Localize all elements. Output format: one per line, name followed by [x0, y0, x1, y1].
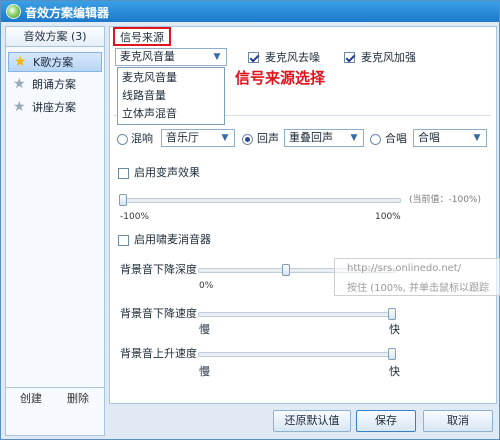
bg-drop-speed-low-label: 慢 — [199, 323, 210, 336]
dropdown-option-mic[interactable]: 麦克风音量 — [122, 70, 177, 86]
star-icon: ★ — [13, 76, 26, 92]
title-bar: 音效方案编辑器 — [1, 1, 499, 22]
scheme-list-header: 音效方案 (3) — [6, 27, 104, 47]
bg-drop-speed-label: 背景音下降速度 — [120, 307, 197, 320]
sidebar-item-recitation[interactable]: ★ 朗诵方案 — [8, 75, 102, 95]
mic-boost-label: 麦克风加强 — [361, 51, 416, 64]
watermark-line-1: http://srs.onlinedo.net/ — [347, 263, 462, 274]
chevron-down-icon: ▼ — [473, 133, 481, 143]
star-icon: ★ — [14, 54, 27, 70]
mic-denoise-checkbox[interactable] — [248, 52, 259, 63]
chevron-down-icon: ▼ — [350, 133, 358, 143]
echo-value: 重叠回声 — [289, 131, 333, 144]
sidebar-item-label: 讲座方案 — [32, 101, 76, 114]
signal-source-dropdown: 麦克风音量 线路音量 立体声混音 — [117, 67, 225, 125]
bg-drop-depth-thumb[interactable] — [282, 264, 291, 276]
star-icon: ★ — [13, 99, 26, 115]
signal-source-title: 信号来源 — [113, 27, 171, 46]
delete-button[interactable]: 删除 — [56, 388, 100, 410]
dropdown-option-line[interactable]: 线路音量 — [122, 88, 166, 104]
save-button[interactable]: 保存 — [356, 410, 416, 432]
bg-drop-depth-low-label: 0% — [199, 281, 214, 291]
voice-change-checkbox[interactable] — [118, 168, 129, 179]
voice-change-current-value: (当前值：-100%) — [409, 195, 482, 205]
echo-select[interactable]: 重叠回声 ▼ — [284, 129, 364, 147]
echo-label: 回声 — [257, 132, 279, 145]
bg-rise-speed-label: 背景音上升速度 — [120, 347, 197, 360]
reverb-label: 混响 — [131, 132, 153, 145]
sidebar-item-label: K歌方案 — [33, 56, 74, 69]
editor-window: 音效方案编辑器 音效方案 (3) ★ K歌方案 ★ 朗诵方案 ★ 讲座方案 创建… — [0, 0, 500, 440]
chorus-select[interactable]: 合唱 ▼ — [413, 129, 487, 147]
sidebar-item-label: 朗诵方案 — [32, 78, 76, 91]
app-logo-icon — [6, 4, 21, 19]
reverb-radio[interactable] — [117, 134, 128, 145]
sidebar-item-karaoke[interactable]: ★ K歌方案 — [8, 52, 102, 72]
annotation-text: 信号来源选择 — [235, 69, 326, 87]
scheme-sidebar: 音效方案 (3) ★ K歌方案 ★ 朗诵方案 ★ 讲座方案 创建 删除 — [5, 26, 105, 436]
bg-drop-speed-track[interactable] — [198, 312, 396, 317]
watermark-overlay: http://srs.onlinedo.net/ 按住 (100%, 并单击鼠标… — [334, 258, 500, 296]
bg-rise-speed-low-label: 慢 — [199, 365, 210, 378]
restore-defaults-button[interactable]: 还原默认值 — [273, 410, 351, 432]
bg-drop-depth-label: 背景音下降深度 — [120, 263, 197, 276]
mic-denoise-label: 麦克风去噪 — [265, 51, 320, 64]
bg-drop-speed-thumb[interactable] — [388, 308, 396, 320]
bg-rise-speed-track[interactable] — [198, 352, 396, 357]
chorus-value: 合唱 — [418, 131, 440, 144]
create-button[interactable]: 创建 — [10, 388, 52, 410]
voice-change-label: 启用变声效果 — [134, 166, 200, 179]
reverb-select[interactable]: 音乐厅 ▼ — [161, 129, 235, 147]
bg-rise-speed-thumb[interactable] — [388, 348, 396, 360]
bg-rise-speed-high-label: 快 — [389, 365, 400, 378]
voice-change-slider-track[interactable] — [121, 198, 401, 203]
cancel-button[interactable]: 取消 — [423, 410, 493, 432]
window-title: 音效方案编辑器 — [25, 6, 110, 20]
chevron-down-icon: ▼ — [221, 133, 229, 143]
chorus-label: 合唱 — [385, 132, 407, 145]
reverb-value: 音乐厅 — [166, 131, 199, 144]
voice-change-min-label: -100% — [120, 212, 149, 222]
echo-radio[interactable] — [242, 134, 253, 145]
dropdown-option-stereo-mix[interactable]: 立体声混音 — [122, 106, 177, 122]
bg-drop-speed-high-label: 快 — [389, 323, 400, 336]
chevron-down-icon: ▼ — [213, 52, 221, 62]
chorus-radio[interactable] — [370, 134, 381, 145]
whistle-suppressor-checkbox[interactable] — [118, 235, 129, 246]
sidebar-footer: 创建 删除 — [6, 387, 104, 435]
whistle-suppressor-label: 启用啸麦消音器 — [134, 233, 211, 246]
watermark-line-2: 按住 (100%, 并单击鼠标以跟踪 — [347, 283, 490, 294]
mic-boost-checkbox[interactable] — [344, 52, 355, 63]
sidebar-item-lecture[interactable]: ★ 讲座方案 — [8, 98, 102, 118]
signal-source-select[interactable]: 麦克风音量 ▼ — [115, 48, 227, 66]
signal-source-value: 麦克风音量 — [120, 50, 175, 63]
voice-change-slider-thumb[interactable] — [119, 194, 127, 206]
voice-change-max-label: 100% — [375, 212, 401, 222]
